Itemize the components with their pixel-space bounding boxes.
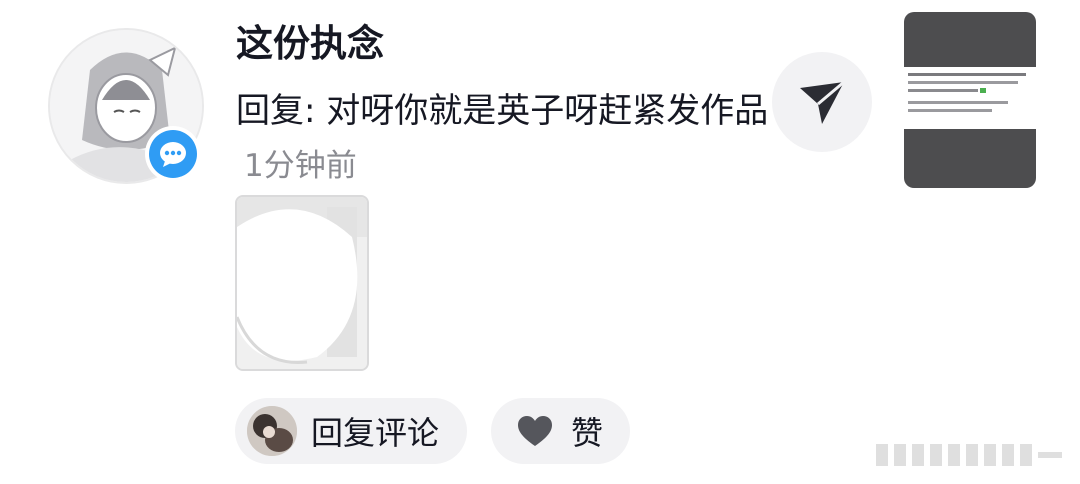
like-button[interactable]: 赞	[491, 398, 630, 464]
my-avatar	[247, 406, 297, 456]
share-button[interactable]	[772, 52, 872, 152]
watermark	[876, 440, 1066, 470]
comment-badge	[145, 126, 201, 182]
chat-bubble-icon	[149, 130, 197, 178]
like-label: 赞	[571, 414, 604, 452]
attached-photo	[237, 197, 367, 369]
comment-message: 回复: 对呀你就是英子呀赶紧发作品 1分钟前	[236, 84, 776, 193]
video-thumbnail[interactable]	[904, 12, 1036, 188]
send-arrow-icon	[800, 80, 845, 124]
comment-text: 回复: 对呀你就是英子呀赶紧发作品	[236, 91, 769, 131]
comment-time: 1分钟前	[244, 148, 357, 184]
thumbnail-text-strip	[904, 67, 1036, 129]
commenter-username[interactable]: 这份执念	[236, 20, 384, 68]
commenter-avatar-container[interactable]	[48, 28, 204, 184]
reply-comment-label: 回复评论	[311, 414, 440, 452]
heart-icon	[517, 415, 553, 447]
comment-image[interactable]	[235, 195, 369, 371]
reply-comment-button[interactable]: 回复评论	[235, 398, 467, 464]
